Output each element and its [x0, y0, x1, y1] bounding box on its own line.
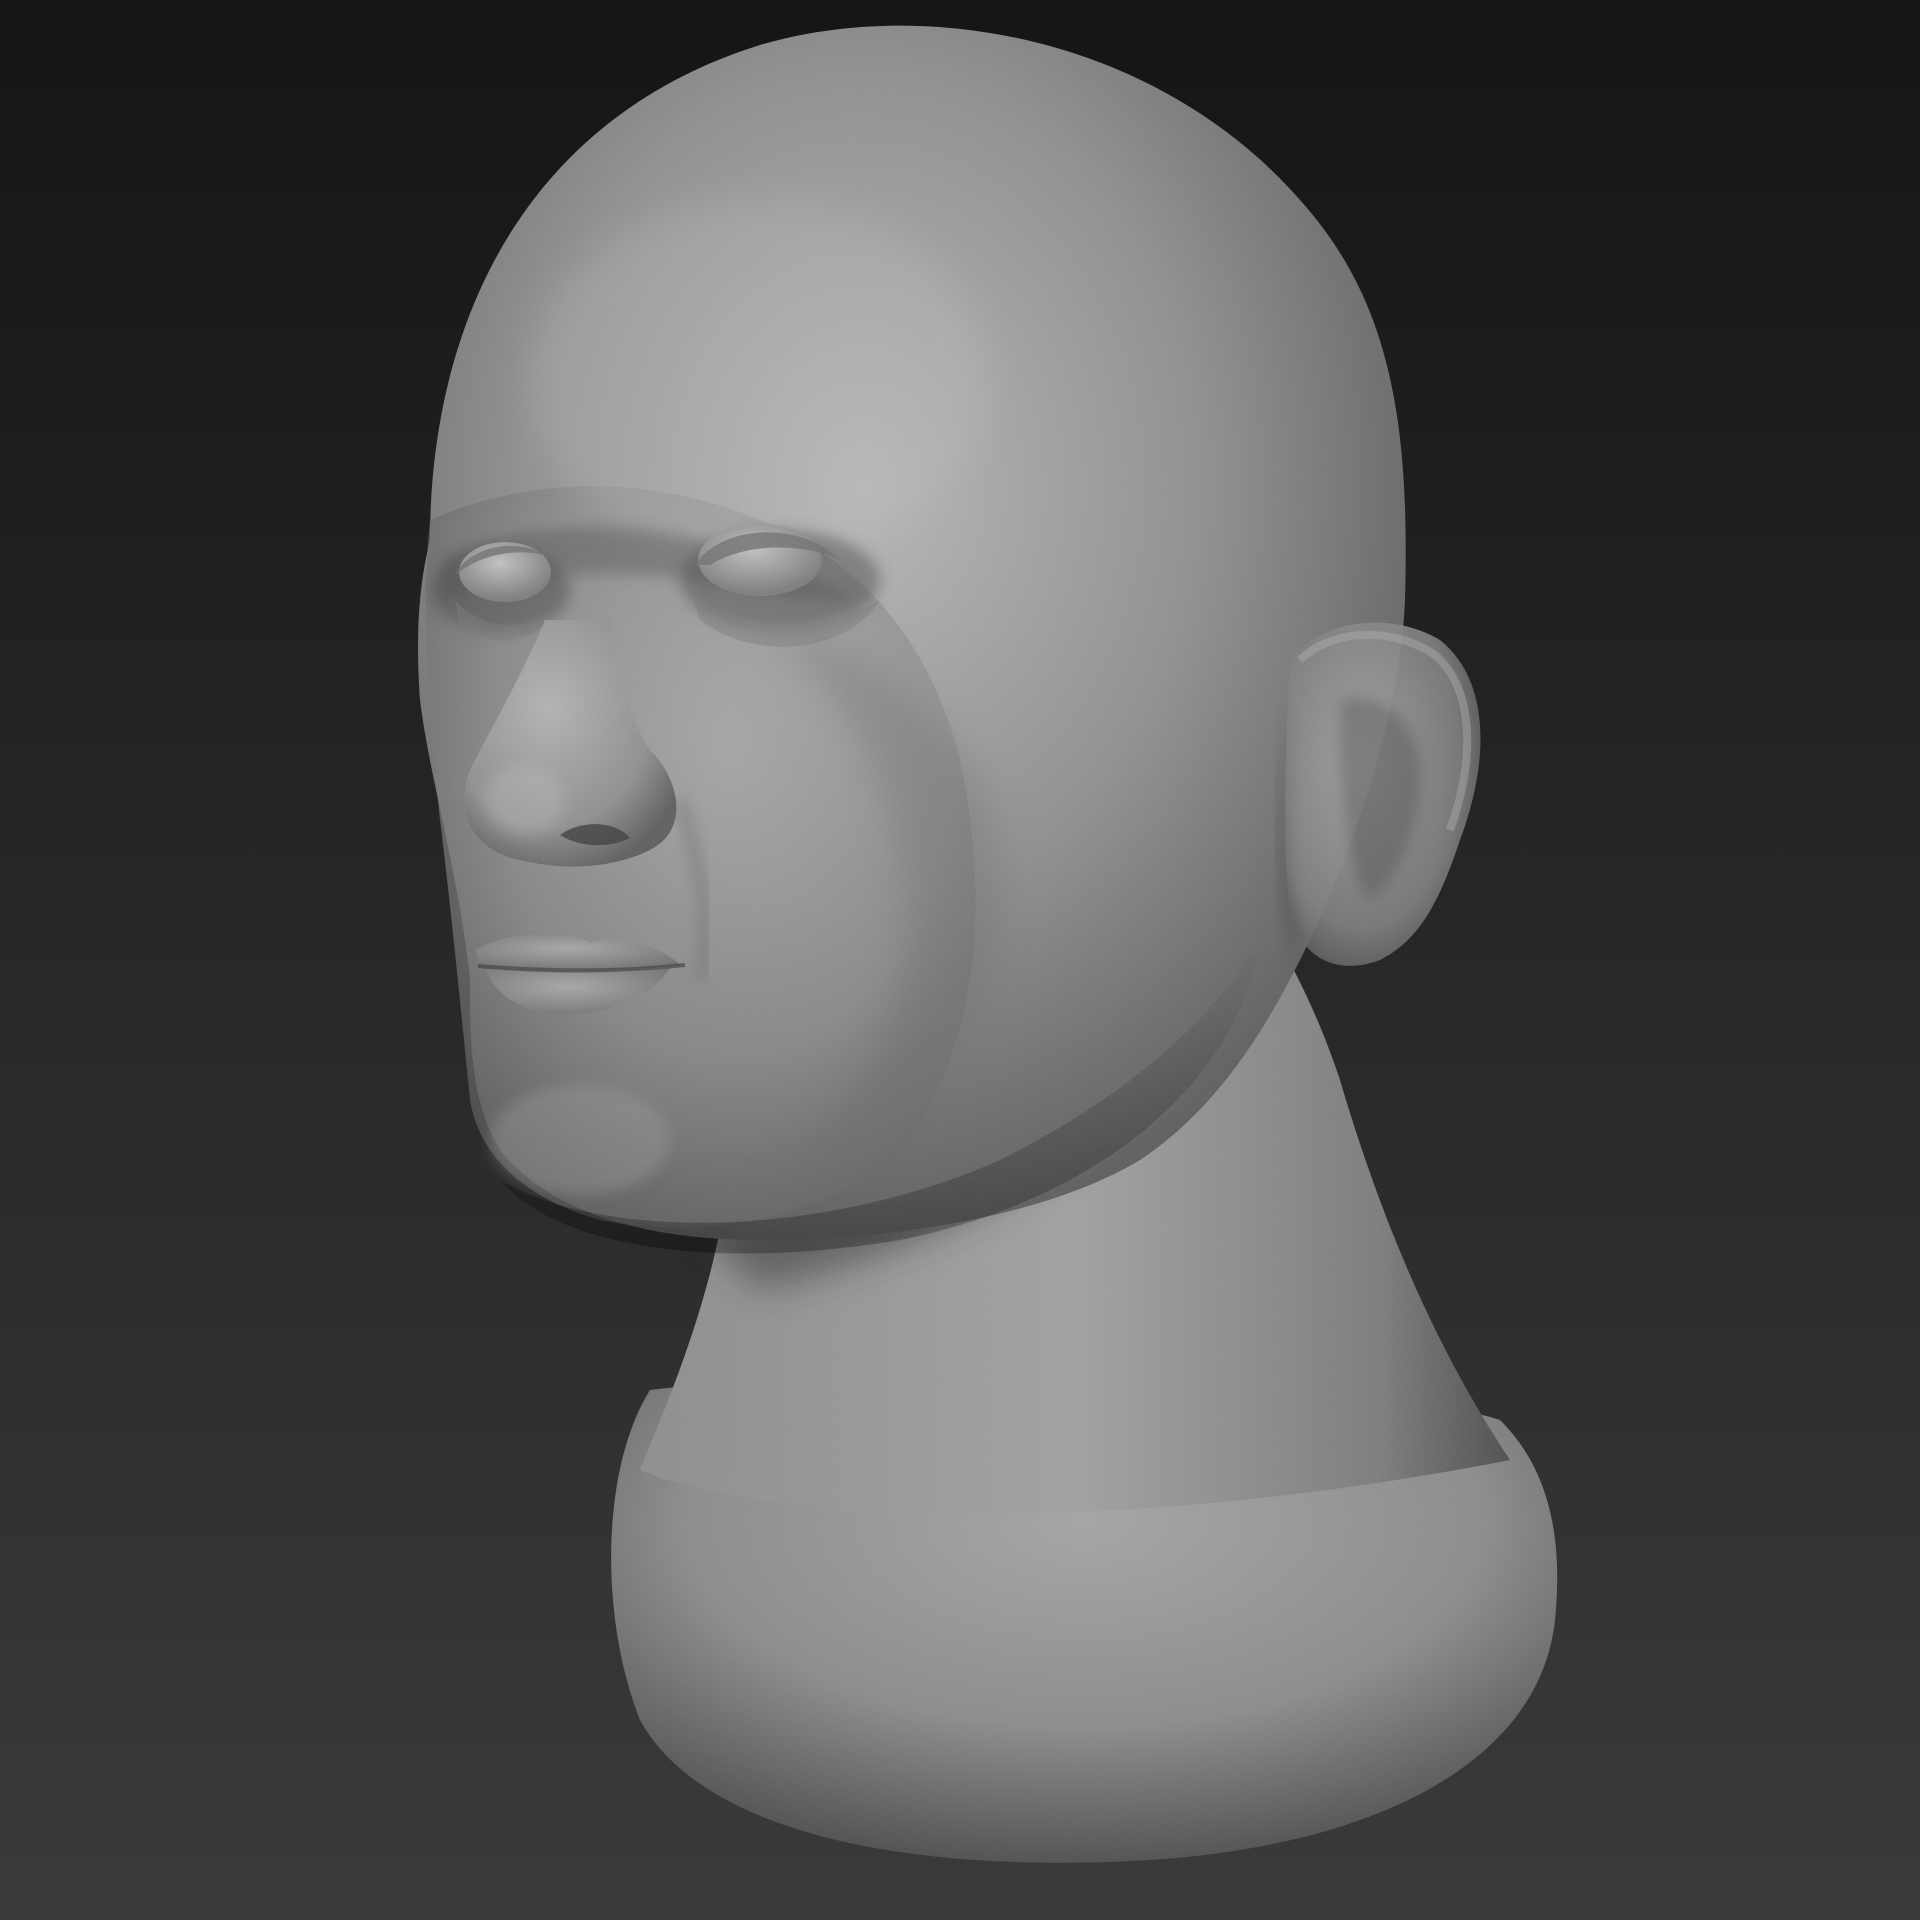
sculpt-render [0, 0, 1920, 1920]
render-viewport [0, 0, 1920, 1920]
